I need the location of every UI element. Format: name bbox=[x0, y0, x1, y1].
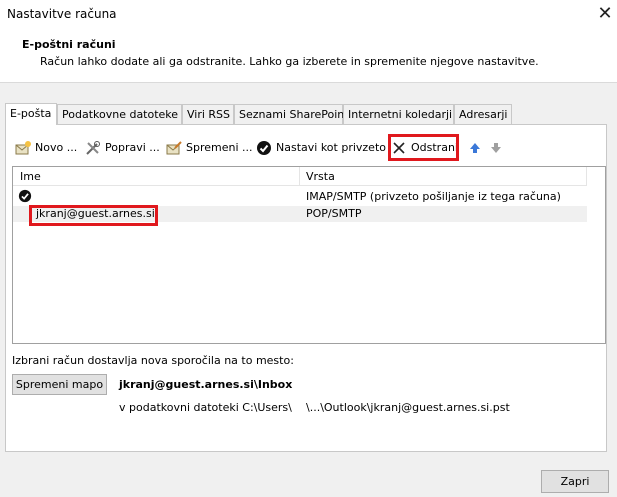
move-up-button[interactable] bbox=[467, 137, 483, 159]
account-name-highlight bbox=[29, 205, 158, 226]
tab-email[interactable]: E-pošta bbox=[5, 103, 57, 125]
account-list[interactable]: Ime Vrsta IMAP/SMTP (privzeto pošiljanje… bbox=[12, 166, 606, 344]
default-check-icon bbox=[18, 189, 32, 206]
tab-data-files[interactable]: Podatkovne datoteke bbox=[57, 104, 182, 124]
account-type: IMAP/SMTP (privzeto pošiljanje iz tega r… bbox=[306, 190, 561, 203]
title-bar: Nastavitve računa ✕ bbox=[0, 0, 617, 30]
new-account-icon bbox=[15, 140, 31, 156]
new-button-label: Novo ... bbox=[35, 141, 78, 154]
close-button[interactable]: Zapri bbox=[541, 470, 609, 493]
repair-button[interactable]: Popravi ... bbox=[85, 137, 160, 159]
tab-rss-feeds[interactable]: Viri RSS bbox=[182, 104, 234, 124]
set-default-button-label: Nastavi kot privzeto bbox=[276, 141, 386, 154]
data-file-path-suffix: \...\Outlook\jkranj@guest.arnes.si.pst bbox=[306, 401, 510, 414]
tab-address-books[interactable]: Adresarji bbox=[454, 104, 512, 124]
change-button[interactable]: Spremeni ... bbox=[166, 137, 253, 159]
change-folder-button[interactable]: Spremeni mapo bbox=[12, 374, 107, 395]
tab-sharepoint-lists[interactable]: Seznami SharePoint bbox=[234, 104, 349, 124]
column-name-header[interactable]: Ime bbox=[20, 170, 41, 183]
remove-button-highlight bbox=[388, 134, 459, 161]
account-row-default[interactable]: IMAP/SMTP (privzeto pošiljanje iz tega r… bbox=[13, 189, 587, 205]
new-button[interactable]: Novo ... bbox=[15, 137, 77, 159]
check-circle-icon bbox=[256, 140, 272, 156]
list-header: Ime Vrsta bbox=[13, 167, 587, 186]
change-button-label: Spremeni ... bbox=[186, 141, 253, 154]
account-type: POP/SMTP bbox=[306, 207, 362, 220]
tab-internet-calendars[interactable]: Internetni koledarji bbox=[343, 104, 454, 124]
column-divider bbox=[586, 167, 587, 185]
dialog-footer: Zapri bbox=[0, 462, 617, 497]
tools-icon bbox=[85, 140, 101, 156]
column-divider bbox=[299, 167, 300, 185]
window-title: Nastavitve računa bbox=[7, 7, 117, 21]
dialog-header: E-poštni računi Račun lahko dodate ali g… bbox=[0, 30, 617, 83]
move-down-button[interactable] bbox=[488, 137, 504, 159]
set-default-button[interactable]: Nastavi kot privzeto bbox=[256, 137, 386, 159]
arrow-down-icon bbox=[488, 140, 504, 156]
delivery-folder: jkranj@guest.arnes.si\Inbox bbox=[119, 378, 293, 391]
arrow-up-icon bbox=[467, 140, 483, 156]
data-file-path-prefix: v podatkovni datoteki C:\Users\ bbox=[119, 401, 292, 414]
header-description: Račun lahko dodate ali ga odstranite. La… bbox=[40, 55, 539, 68]
header-title: E-poštni računi bbox=[22, 38, 116, 51]
close-window-icon[interactable]: ✕ bbox=[592, 3, 617, 25]
change-account-icon bbox=[166, 140, 182, 156]
column-type-header[interactable]: Vrsta bbox=[306, 170, 335, 183]
delivery-label: Izbrani račun dostavlja nova sporočila n… bbox=[12, 354, 294, 367]
repair-button-label: Popravi ... bbox=[105, 141, 160, 154]
